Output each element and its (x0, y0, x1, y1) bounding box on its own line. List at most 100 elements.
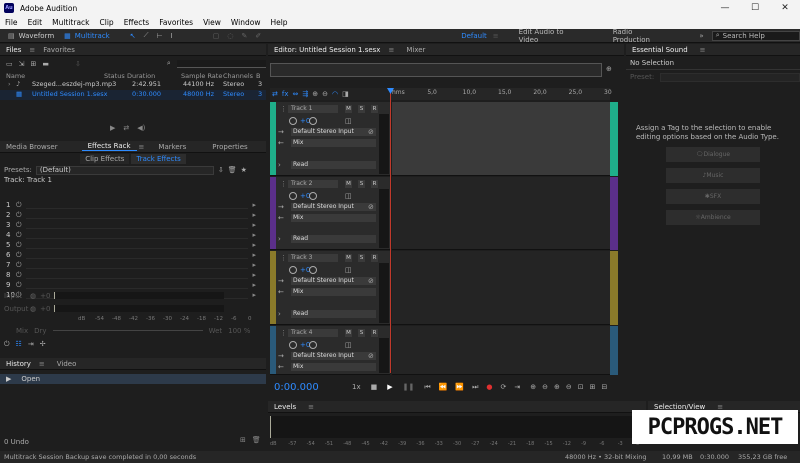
slot-arrow-icon[interactable]: ▸ (252, 221, 256, 229)
volume-knob-icon[interactable] (289, 192, 297, 200)
slot-arrow-icon[interactable]: ▸ (252, 261, 256, 269)
preset-dropdown[interactable] (660, 72, 800, 82)
expand-icon[interactable]: › (8, 80, 11, 88)
mute-button[interactable]: M (345, 105, 352, 113)
tab-video[interactable]: Video (51, 360, 83, 368)
phase-icon[interactable]: ⊘ (368, 352, 374, 360)
insert-icon[interactable]: ⇩ (75, 60, 81, 68)
track-name[interactable]: Track 1 (288, 105, 338, 113)
effect-slot[interactable]: 3 ⏻ ▸ (6, 220, 256, 230)
heal-icon[interactable]: ✐ (255, 32, 261, 40)
slot-arrow-icon[interactable]: ▸ (252, 251, 256, 259)
track-input[interactable]: Default Stereo Input (291, 352, 376, 360)
menu-multitrack[interactable]: Multitrack (47, 18, 94, 27)
track-grip-icon[interactable]: ⋮ (280, 329, 287, 337)
track-input[interactable]: Default Stereo Input (291, 203, 376, 211)
workspace-default[interactable]: Default (461, 32, 487, 40)
phase-icon[interactable]: ⊘ (368, 277, 374, 285)
history-clear-icon[interactable]: ⊞ (240, 436, 246, 444)
files-search-icon[interactable]: ⌕ (167, 59, 171, 68)
brush-icon[interactable]: ✎ (241, 32, 247, 40)
menu-edit[interactable]: Edit (23, 18, 48, 27)
automation-expand-icon[interactable]: › (278, 161, 281, 169)
save-preset-icon[interactable]: ⇩ (218, 166, 224, 174)
slot-power-icon[interactable]: ⏻ (16, 281, 22, 290)
play-preview-icon[interactable]: ▶ (110, 124, 115, 132)
list-icon[interactable]: ☷ (16, 340, 22, 349)
play-icon[interactable]: ▶ (387, 383, 392, 391)
meter-icon[interactable]: ◨ (342, 90, 349, 98)
track-grip-icon[interactable]: ⋮ (280, 105, 287, 113)
multitrack-icon[interactable]: ▦ (64, 32, 71, 40)
menu-view[interactable]: View (198, 18, 226, 27)
automation-expand-icon[interactable]: › (278, 310, 281, 318)
eq-icon[interactable]: ⇶ (302, 90, 308, 98)
zoom-selection-icon[interactable]: ⊞ (590, 383, 596, 391)
track-meter-icon[interactable]: ◫ (345, 192, 352, 200)
zoom-out-amplitude-icon[interactable]: ⊖ (542, 383, 548, 391)
tab-history[interactable]: History (0, 360, 37, 368)
track-meter-icon[interactable]: ◫ (345, 341, 352, 349)
pan-knob-icon[interactable] (309, 192, 317, 200)
sends-icon[interactable]: ⇔ (292, 90, 298, 98)
waveform-icon[interactable]: ▤ (8, 32, 15, 40)
fx-toggle-icon[interactable]: fx (282, 90, 289, 98)
solo-button[interactable]: S (358, 105, 365, 113)
tab-editor[interactable]: Editor: Untitled Session 1.sesx (268, 46, 386, 54)
track-lane[interactable] (392, 177, 610, 250)
lasso-icon[interactable]: ◌ (227, 32, 233, 40)
automation-mode[interactable]: Read (291, 161, 376, 169)
close-button[interactable]: ✕ (770, 0, 800, 16)
track-effects-tab[interactable]: Track Effects (131, 153, 186, 164)
effect-slot[interactable]: 6 ⏻ ▸ (6, 250, 256, 260)
slot-power-icon[interactable]: ⏻ (16, 271, 22, 280)
current-time[interactable]: 0:00.000 (274, 382, 344, 393)
effect-slot[interactable]: 2 ⏻ ▸ (6, 210, 256, 220)
slot-arrow-icon[interactable]: ▸ (252, 231, 256, 239)
file-row[interactable]: › ♪ Szeged...eszdej-mp3.mp3 2:42.951 441… (0, 80, 266, 90)
fx-icon[interactable]: ✢ (40, 340, 46, 349)
workspace-edit-audio-to-video[interactable]: Edit Audio to Video (519, 28, 583, 44)
automation-mode[interactable]: Read (291, 310, 376, 318)
file-row[interactable]: ▦ Untitled Session 1.sesx 0:30.000 48000… (0, 90, 266, 100)
track-meter-icon[interactable]: ◫ (345, 117, 352, 125)
minimize-button[interactable]: — (710, 0, 740, 16)
skip-icon[interactable]: ⇥ (514, 383, 520, 391)
pan-knob-icon[interactable] (309, 341, 317, 349)
slot-arrow-icon[interactable]: ▸ (252, 281, 256, 289)
tab-favorites[interactable]: Favorites (37, 46, 81, 54)
record-icon[interactable]: ● (486, 383, 492, 391)
fast-forward-icon[interactable]: ⏩ (455, 383, 464, 391)
pause-icon[interactable]: ❚❚ (403, 383, 415, 391)
slot-power-icon[interactable]: ⏻ (16, 201, 22, 210)
solo-button[interactable]: S (358, 180, 365, 188)
mix-slider[interactable] (52, 330, 203, 331)
pre-post-icon[interactable]: ⇥ (28, 340, 34, 349)
input-knob-icon[interactable]: ◍ (30, 292, 36, 300)
track-name[interactable]: Track 2 (288, 180, 338, 188)
slot-power-icon[interactable]: ⏻ (16, 251, 22, 260)
playhead[interactable] (390, 88, 391, 373)
effect-slot[interactable]: 5 ⏻ ▸ (6, 240, 256, 250)
track-header[interactable]: ⋮ Track 1 M S R +0 ◫ → Default Stereo Input ⊘ ← Mix… (270, 102, 390, 176)
razor-tool-icon[interactable]: ⟋ (144, 31, 149, 40)
import-icon[interactable]: ⇲ (19, 60, 25, 68)
automation-expand-icon[interactable]: › (278, 235, 281, 243)
delete-icon[interactable]: ▬ (42, 60, 49, 68)
new-file-icon[interactable]: ⊞ (31, 60, 37, 68)
effect-slot[interactable]: 9 ⏻ ▸ (6, 280, 256, 290)
volume-knob-icon[interactable] (289, 117, 297, 125)
slot-arrow-icon[interactable]: ▸ (252, 211, 256, 219)
search-box[interactable]: ⌕ Search Help (711, 30, 800, 41)
volume-knob-icon[interactable] (289, 266, 297, 274)
tab-files[interactable]: Files (0, 46, 27, 54)
mute-button[interactable]: M (345, 254, 352, 262)
tab-markers[interactable]: Markers (152, 143, 192, 151)
effect-slot[interactable]: 7 ⏻ ▸ (6, 260, 256, 270)
solo-button[interactable]: S (358, 329, 365, 337)
tab-mixer[interactable]: Mixer (400, 46, 431, 54)
pan-knob-icon[interactable] (309, 117, 317, 125)
slot-power-icon[interactable]: ⏻ (16, 261, 22, 270)
menu-effects[interactable]: Effects (119, 18, 155, 27)
track-output[interactable]: Mix (291, 363, 376, 371)
